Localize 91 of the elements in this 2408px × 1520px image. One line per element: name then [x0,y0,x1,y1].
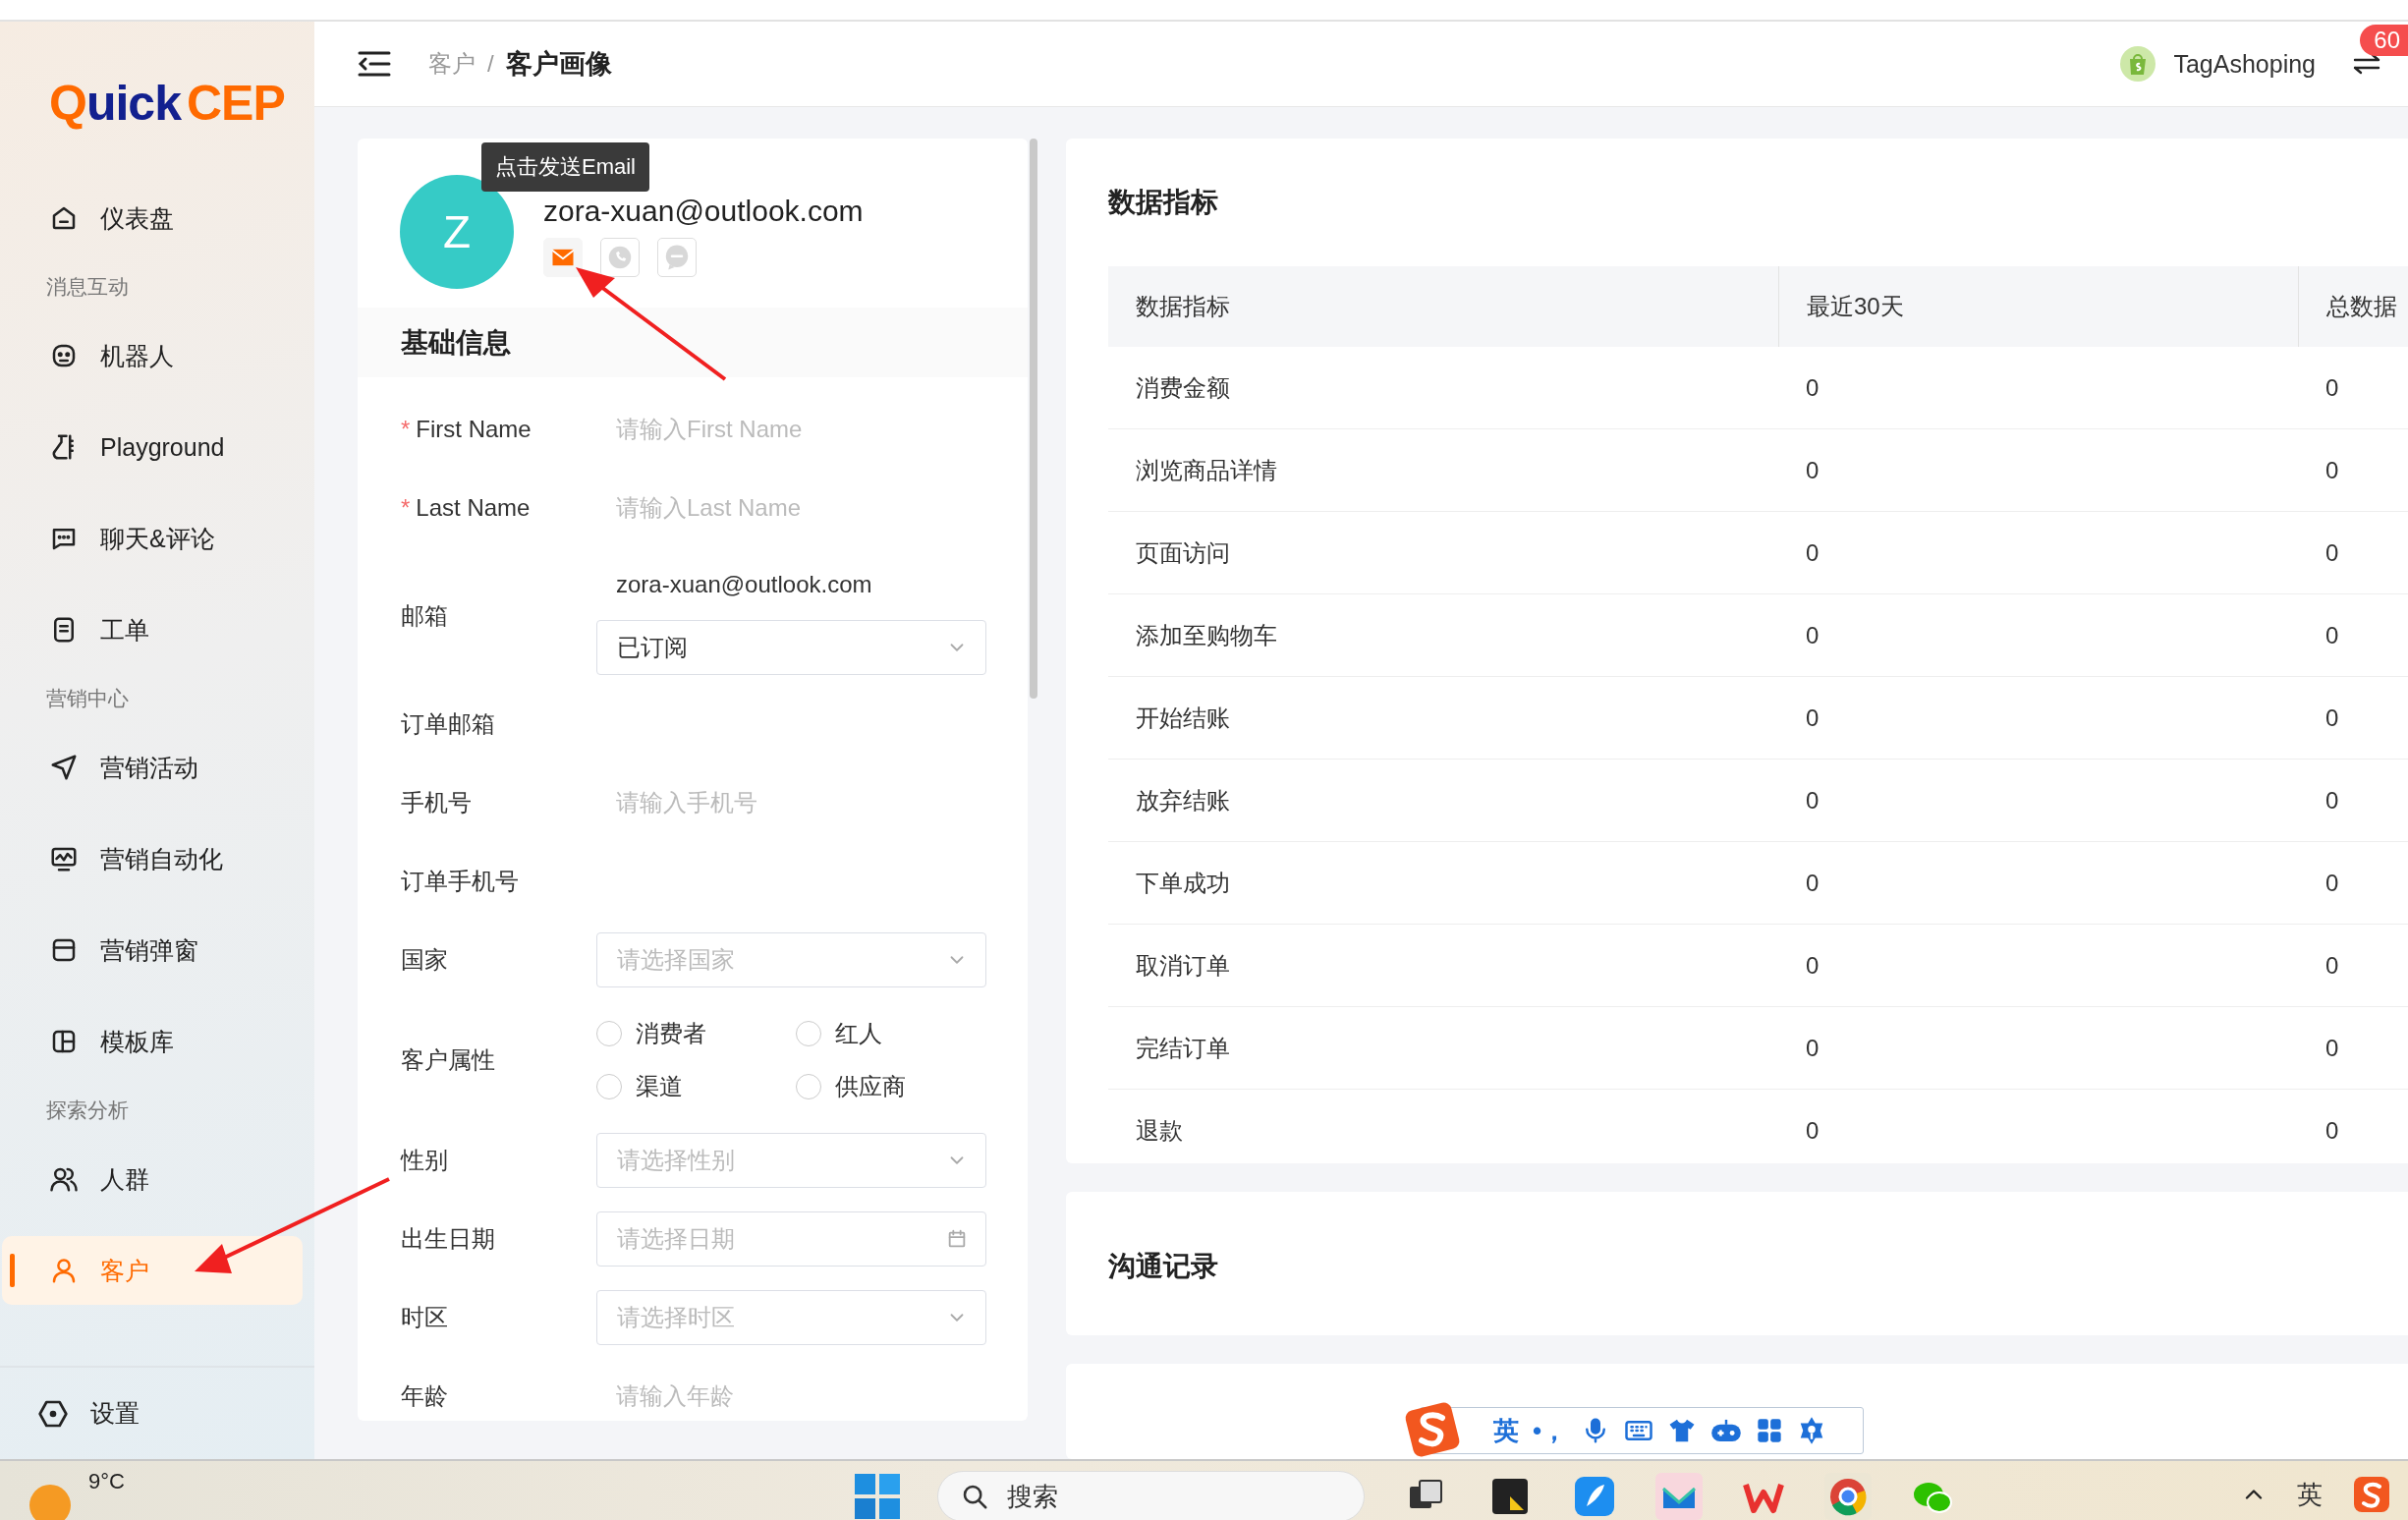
field-label: 年龄 [401,1381,448,1411]
menu-item[interactable]: Playground [2,413,303,481]
menu-item[interactable]: 机器人 [2,321,303,390]
scrollbar[interactable] [1030,139,1037,699]
table-cell-text: 0 [1805,785,1820,816]
ime-logo-icon[interactable] [2352,1475,2391,1514]
table-cell-text: 0 [1805,1115,1820,1146]
field-label: 邮箱 [401,601,448,631]
punctuation-toggle[interactable]: •， [1533,1413,1568,1448]
start-icon[interactable] [855,1474,900,1519]
temperature[interactable]: 9°C [88,1469,125,1494]
table-cell-text: 0 [1805,868,1820,898]
table-cell-text: 添加至购物车 [1135,620,1278,650]
field-label: 订单手机号 [401,867,519,896]
field-label: * First Name [401,416,532,443]
table-cell-text: 0 [2324,1033,2340,1063]
notification-badge: 60 [2360,25,2408,56]
table-cell-text: 取消订单 [1135,950,1231,981]
table-cell-text: 完结订单 [1135,1033,1231,1063]
column-header: 总数据 [2298,266,2408,347]
apps-grid-icon[interactable] [1756,1417,1784,1444]
menu-item[interactable]: 仪表盘 [2,184,303,253]
table-cell-text: 0 [1805,950,1820,981]
input-language[interactable]: 英 [2297,1477,2323,1512]
menu-item[interactable]: 营销弹窗 [2,916,303,985]
section-title: 基础信息 [358,308,1028,377]
table-cell-text: 0 [1805,372,1820,403]
language-toggle[interactable]: 英 [1493,1413,1519,1448]
menu-item[interactable]: 聊天&评论 [2,504,303,573]
table-cell-text: 浏览商品详情 [1135,455,1278,485]
table-cell-text: 0 [2324,703,2340,733]
menu-group-label: 营销中心 [45,686,130,711]
field-label: 国家 [401,945,448,975]
card-title: 数据指标 [1108,186,1219,219]
input-field[interactable]: 请输入手机号 [596,789,986,816]
search-field[interactable]: 搜索 [937,1471,1365,1520]
table-cell-text: 0 [2324,372,2340,403]
table-cell-text: 0 [1805,620,1820,650]
menu-item[interactable]: 工单 [2,595,303,664]
table-cell-text: 退款 [1135,1115,1184,1146]
table-cell-text: 0 [2324,950,2340,981]
menu-item[interactable]: 模板库 [2,1007,303,1076]
table-cell-text: 0 [2324,785,2340,816]
card-title: 沟通记录 [1108,1249,1219,1283]
menu-item[interactable]: 营销活动 [2,733,303,802]
table-cell-text: 0 [1805,537,1820,568]
radio-option[interactable]: 供应商 [796,1070,992,1103]
menu-item[interactable]: 营销自动化 [2,824,303,893]
table-cell-text: 开始结账 [1135,703,1231,733]
logo: QuickCEP [48,74,286,133]
store-name[interactable]: TagAshoping [2173,49,2316,79]
column-header: 数据指标 [1135,292,1231,321]
table-cell-text: 0 [2324,1115,2340,1146]
email-value: zora-xuan@outlook.com [615,570,873,599]
table-cell-text: 消费金额 [1135,372,1231,403]
table-cell-text: 放弃结账 [1135,785,1231,816]
radio-option[interactable]: 消费者 [596,1017,796,1050]
table-cell-text: 0 [2324,868,2340,898]
send-icon [49,753,79,782]
radio-option[interactable]: 红人 [796,1017,992,1050]
calendar-icon [946,1228,968,1250]
field-label: 时区 [401,1303,448,1332]
table-cell-text: 页面访问 [1135,537,1231,568]
table-cell-text: 下单成功 [1135,868,1231,898]
shopping-bag-icon [2120,46,2156,82]
field-label: 出生日期 [401,1224,495,1254]
input-field[interactable]: 请输入Last Name [596,494,986,522]
menu-group-label: 探索分析 [45,1098,130,1123]
table-cell-text: 0 [1805,455,1820,485]
menu-item[interactable]: 人群 [2,1145,303,1213]
field-label: * Last Name [401,494,531,522]
field-label: 客户属性 [401,1045,495,1075]
field-label: 性别 [401,1146,448,1175]
input-field[interactable]: 请输入年龄 [596,1382,986,1410]
column-header: 最近30天 [1778,266,2298,347]
table-cell-text: 0 [2324,537,2340,568]
breadcrumb-separator: / [487,50,494,78]
field-label: 订单邮箱 [401,709,495,739]
table-cell-text: 0 [1805,1033,1820,1063]
table-cell-text: 0 [2324,620,2340,650]
radio-option[interactable]: 渠道 [596,1070,796,1103]
input-field[interactable]: 请输入First Name [596,416,986,443]
breadcrumb-item: 客户画像 [505,48,612,81]
customer-email: zora-xuan@outlook.com [543,195,864,228]
field-label: 手机号 [401,788,472,817]
menu-toggle-icon[interactable] [358,50,391,78]
table-cell-text: 0 [1805,703,1820,733]
menu-group-label: 消息互动 [45,274,130,300]
subscription-select[interactable]: 已订阅 [596,620,986,675]
mail-app-icon[interactable] [1655,1473,1703,1520]
table-cell-text: 0 [2324,455,2340,485]
